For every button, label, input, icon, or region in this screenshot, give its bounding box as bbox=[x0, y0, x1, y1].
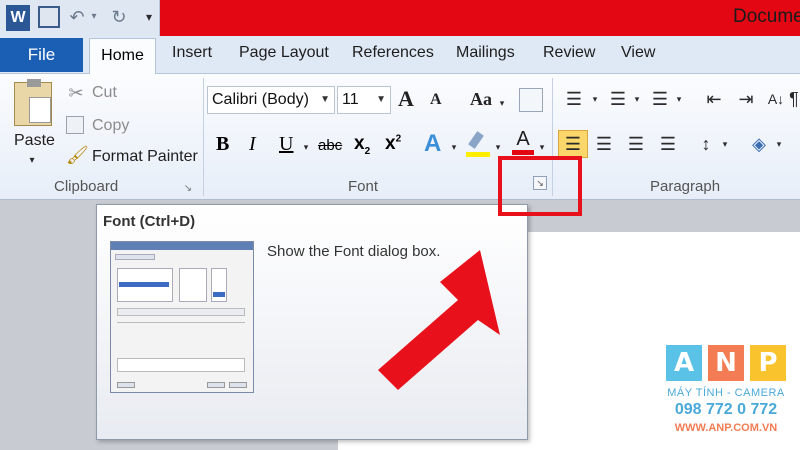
decrease-indent-icon[interactable]: ⇤ bbox=[702, 86, 726, 112]
undo-dropdown-icon[interactable]: ▾ bbox=[88, 4, 100, 30]
tab-page-layout[interactable]: Page Layout bbox=[239, 44, 329, 70]
logo-tagline: MÁY TÍNH - CAMERA bbox=[667, 387, 785, 399]
align-right-icon[interactable]: ☰ bbox=[623, 131, 649, 157]
save-icon[interactable] bbox=[38, 6, 60, 28]
superscript-mark: 2 bbox=[395, 133, 402, 145]
tab-references[interactable]: References bbox=[352, 44, 434, 70]
tab-insert[interactable]: Insert bbox=[172, 44, 212, 70]
font-name-combo[interactable]: Calibri (Body) ▼ bbox=[207, 86, 335, 114]
logo-website: WWW.ANP.COM.VN bbox=[674, 422, 778, 434]
subscript-mark: 2 bbox=[364, 145, 371, 157]
bullets-dropdown-icon[interactable]: ▾ bbox=[590, 86, 600, 112]
paste-dropdown-icon[interactable]: ▾ bbox=[26, 148, 38, 174]
bullets-icon[interactable]: ☰ bbox=[562, 86, 586, 112]
font-size-combo[interactable]: 11 ▼ bbox=[337, 86, 391, 114]
redo-icon[interactable]: ↻ bbox=[108, 4, 130, 30]
window-title: Docume bbox=[733, 6, 800, 27]
numbering-icon[interactable]: ☰ bbox=[606, 86, 630, 112]
underline-button[interactable]: U bbox=[279, 133, 293, 156]
change-case-dropdown-icon[interactable]: ▾ bbox=[496, 90, 508, 116]
highlight-icon[interactable] bbox=[466, 130, 490, 158]
increase-indent-icon[interactable]: ⇥ bbox=[734, 86, 758, 112]
font-color-letter: A bbox=[516, 128, 530, 150]
shading-icon[interactable]: ◈ bbox=[746, 131, 772, 157]
subscript-button[interactable]: x2 bbox=[354, 133, 370, 157]
font-dialog-preview-image bbox=[110, 241, 254, 393]
font-name-dropdown-icon[interactable]: ▼ bbox=[320, 87, 330, 113]
multilevel-list-icon[interactable]: ☰ bbox=[648, 86, 672, 112]
callout-arrow-icon bbox=[378, 250, 500, 390]
callout-highlight-box bbox=[498, 156, 582, 216]
line-spacing-dropdown-icon[interactable]: ▾ bbox=[720, 131, 730, 157]
tab-review[interactable]: Review bbox=[543, 44, 595, 70]
logo-letter-a: A bbox=[666, 345, 702, 381]
shading-dropdown-icon[interactable]: ▾ bbox=[774, 131, 784, 157]
logo-letter-p: P bbox=[750, 345, 786, 381]
align-center-icon[interactable]: ☰ bbox=[591, 131, 617, 157]
font-size-value: 11 bbox=[342, 91, 359, 108]
clear-formatting-icon[interactable] bbox=[519, 88, 543, 112]
clipboard-group-label: Clipboard bbox=[54, 178, 119, 195]
copy-icon[interactable] bbox=[66, 116, 84, 134]
sort-icon[interactable]: A↓ bbox=[764, 86, 788, 112]
show-hide-icon[interactable]: ¶ bbox=[788, 86, 800, 112]
italic-button[interactable]: I bbox=[249, 133, 256, 156]
tab-view[interactable]: View bbox=[621, 44, 655, 70]
font-color-button[interactable]: A bbox=[512, 128, 534, 158]
format-painter-icon[interactable]: 🖌 bbox=[66, 142, 89, 168]
tab-home[interactable]: Home bbox=[89, 38, 156, 75]
font-group-label: Font bbox=[348, 178, 379, 195]
clipboard-launcher-icon[interactable]: ↘ bbox=[182, 176, 194, 202]
customize-qat-icon[interactable]: ▾ bbox=[142, 4, 156, 30]
logo-letter-n: N bbox=[708, 345, 744, 381]
tab-file[interactable]: File bbox=[0, 38, 83, 72]
tab-mailings[interactable]: Mailings bbox=[456, 44, 515, 70]
font-name-value: Calibri (Body) bbox=[212, 91, 309, 108]
text-effects-dropdown-icon[interactable]: ▾ bbox=[448, 134, 460, 160]
line-spacing-icon[interactable]: ↕ bbox=[694, 131, 718, 157]
superscript-x: x bbox=[385, 133, 396, 154]
tooltip-title: Font (Ctrl+D) bbox=[103, 213, 196, 230]
cut-button[interactable]: Cut bbox=[92, 84, 117, 102]
numbering-dropdown-icon[interactable]: ▾ bbox=[632, 86, 642, 112]
paste-icon[interactable] bbox=[14, 79, 52, 126]
anp-logo: A N P MÁY TÍNH - CAMERA 098 772 0 772 WW… bbox=[664, 345, 788, 445]
paragraph-group-label: Paragraph bbox=[650, 178, 721, 195]
font-size-dropdown-icon[interactable]: ▼ bbox=[376, 87, 386, 113]
copy-button[interactable]: Copy bbox=[92, 117, 129, 135]
superscript-button[interactable]: x2 bbox=[385, 133, 401, 155]
multilevel-dropdown-icon[interactable]: ▾ bbox=[674, 86, 684, 112]
grow-font-button[interactable]: A bbox=[398, 86, 422, 112]
strikethrough-button[interactable]: abc bbox=[318, 137, 342, 154]
undo-icon[interactable]: ↶ bbox=[66, 4, 88, 30]
word-icon[interactable]: W bbox=[6, 5, 30, 31]
shrink-font-button[interactable]: A bbox=[430, 91, 450, 113]
cut-icon[interactable]: ✂ bbox=[66, 80, 86, 106]
bold-button[interactable]: B bbox=[216, 133, 229, 156]
underline-dropdown-icon[interactable]: ▾ bbox=[300, 134, 312, 160]
logo-phone: 098 772 0 772 bbox=[674, 401, 778, 418]
align-left-button[interactable]: ☰ bbox=[558, 130, 588, 158]
format-painter-button[interactable]: Format Painter bbox=[92, 148, 198, 166]
text-effects-icon[interactable]: A bbox=[424, 130, 448, 158]
subscript-x: x bbox=[354, 133, 365, 154]
justify-icon[interactable]: ☰ bbox=[655, 131, 681, 157]
align-left-icon: ☰ bbox=[564, 134, 582, 154]
ribbon-separator bbox=[203, 78, 204, 196]
